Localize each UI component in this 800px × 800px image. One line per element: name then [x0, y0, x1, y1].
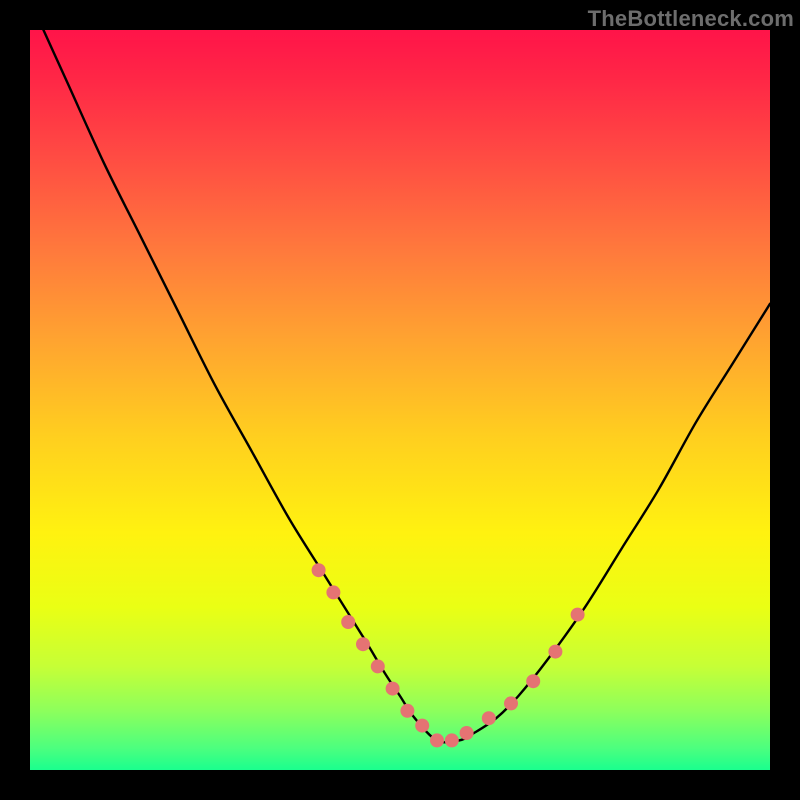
plot-area — [30, 30, 770, 770]
chart-stage: TheBottleneck.com — [0, 0, 800, 800]
gradient-background — [30, 30, 770, 770]
watermark-text: TheBottleneck.com — [588, 6, 794, 32]
